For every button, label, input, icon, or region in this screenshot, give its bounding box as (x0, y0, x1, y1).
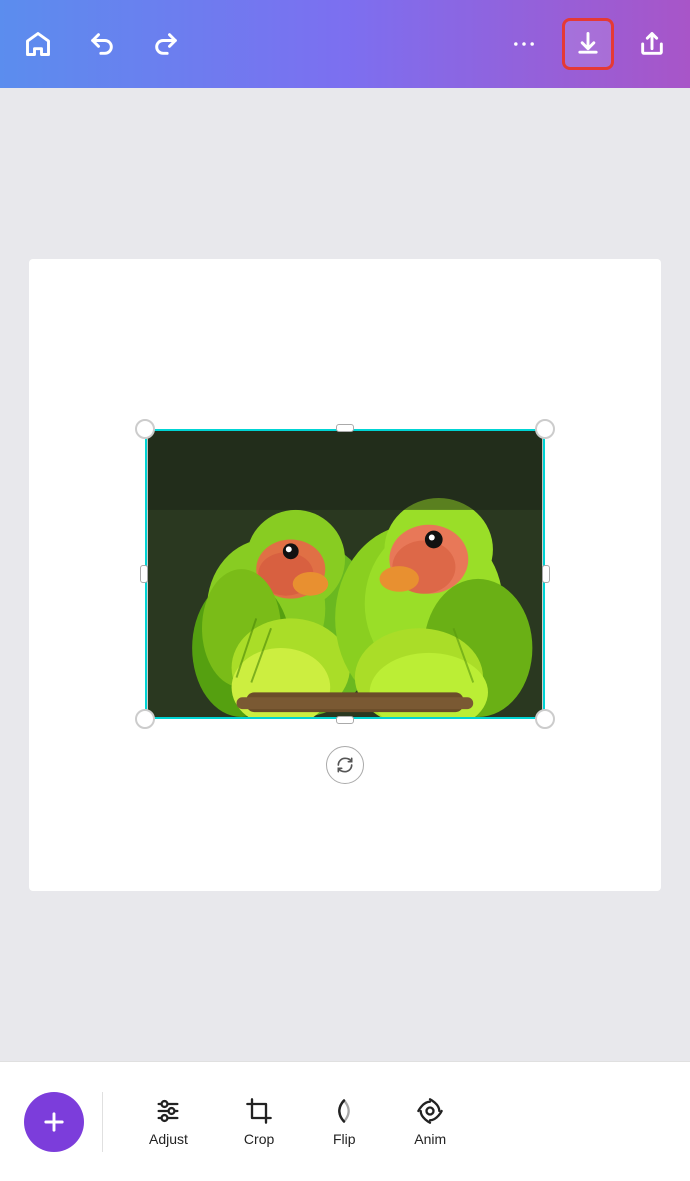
redo-button[interactable] (148, 26, 184, 62)
handle-corner-tr[interactable] (535, 419, 555, 439)
handle-edge-right[interactable] (542, 565, 550, 583)
image-frame (145, 429, 545, 719)
adjust-label: Adjust (149, 1131, 188, 1147)
more-options-button[interactable] (506, 26, 542, 62)
flip-label: Flip (333, 1131, 356, 1147)
download-button[interactable] (562, 18, 614, 70)
handle-edge-bottom[interactable] (336, 716, 354, 724)
toolbar-divider (102, 1092, 103, 1152)
parrot-image (147, 431, 543, 717)
bottom-toolbar: Adjust Crop Flip (0, 1061, 690, 1181)
tools-row: Adjust Crop Flip (121, 1097, 690, 1147)
crop-icon (245, 1097, 273, 1125)
toolbar-left (20, 26, 184, 62)
anim-tool[interactable]: Anim (386, 1097, 446, 1147)
canvas-card (29, 259, 661, 891)
handle-corner-tl[interactable] (135, 419, 155, 439)
canvas-area (0, 88, 690, 1061)
home-button[interactable] (20, 26, 56, 62)
rotate-handle[interactable] (326, 746, 364, 784)
handle-corner-br[interactable] (535, 709, 555, 729)
flip-icon (330, 1097, 358, 1125)
handle-edge-left[interactable] (140, 565, 148, 583)
toolbar-right (506, 18, 670, 70)
handle-edge-top[interactable] (336, 424, 354, 432)
adjust-icon (154, 1097, 182, 1125)
top-toolbar (0, 0, 690, 88)
handle-corner-bl[interactable] (135, 709, 155, 729)
undo-button[interactable] (84, 26, 120, 62)
flip-tool[interactable]: Flip (302, 1097, 386, 1147)
crop-tool[interactable]: Crop (216, 1097, 302, 1147)
add-button[interactable] (24, 1092, 84, 1152)
anim-icon (416, 1097, 444, 1125)
anim-label: Anim (414, 1131, 446, 1147)
share-button[interactable] (634, 26, 670, 62)
adjust-tool[interactable]: Adjust (121, 1097, 216, 1147)
crop-label: Crop (244, 1131, 274, 1147)
image-selection-container[interactable] (145, 429, 545, 719)
